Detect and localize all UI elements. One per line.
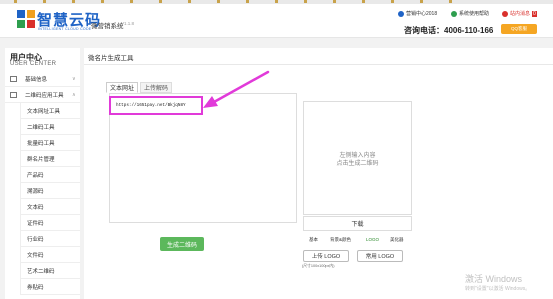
tab-text-url[interactable]: 文本网址 bbox=[106, 82, 139, 93]
account-link[interactable]: 营销中心2018 bbox=[398, 10, 437, 17]
message-label: 站内消息 bbox=[510, 11, 531, 17]
upload-logo-button[interactable]: 上传 LOGO bbox=[303, 250, 349, 262]
preview-line-2: 点击生成二维码 bbox=[336, 161, 379, 167]
sidebar-item-text-code[interactable]: 文本码 bbox=[20, 199, 80, 215]
sidebar: 用户中心 USER CENTER 基础信息 ∨ 二维码应用工具 ∧ 文本网址工具… bbox=[5, 48, 80, 299]
qr-preview-placeholder: 左侧输入内容 点击生成二维码 bbox=[303, 152, 412, 168]
activation-watermark-subtitle: 转到"设置"以激活 Windows。 bbox=[465, 286, 531, 292]
sidebar-item-group-card[interactable]: 群名片管理 bbox=[20, 151, 80, 167]
account-label: 营销中心2018 bbox=[406, 11, 438, 17]
activation-watermark-title: 激活 Windows bbox=[465, 274, 523, 284]
user-icon bbox=[398, 10, 404, 17]
option-beautify[interactable]: 美化器 bbox=[390, 237, 404, 243]
help-label: 系统使用帮助 bbox=[459, 11, 490, 17]
sidebar-item-industry-code[interactable]: 行业码 bbox=[20, 231, 80, 247]
qq-label: QQ客服 bbox=[510, 26, 527, 31]
help-icon bbox=[451, 10, 457, 17]
tab-upload-decode[interactable]: 上传解码 bbox=[140, 82, 173, 93]
sidebar-item-file-code[interactable]: 文件码 bbox=[20, 247, 80, 263]
sidebar-group-label: 基础信息 bbox=[25, 76, 48, 83]
system-name: 微营销系统 bbox=[91, 23, 124, 30]
mail-icon bbox=[502, 10, 508, 17]
preview-line-1: 左侧输入内容 bbox=[339, 153, 376, 159]
qq-service-button[interactable]: QQ客服 bbox=[501, 24, 537, 34]
brand-subtitle: INTELLIGENT CLOUD CODE bbox=[38, 27, 92, 31]
sidebar-item-trace-code[interactable]: 溯源码 bbox=[20, 183, 80, 199]
sidebar-item-id-code[interactable]: 证件码 bbox=[20, 215, 80, 231]
monitor-icon bbox=[10, 76, 17, 82]
sidebar-item-qr-tool[interactable]: 二维码工具 bbox=[20, 119, 80, 135]
generate-qr-button[interactable]: 生成二维码 bbox=[160, 237, 204, 251]
sidebar-item-text-url[interactable]: 文本网址工具 bbox=[20, 103, 80, 119]
sidebar-group-label: 二维码应用工具 bbox=[25, 92, 64, 99]
logo-icon bbox=[17, 10, 35, 28]
sidebar-item-batch-code[interactable]: 批量码工具 bbox=[20, 135, 80, 151]
panel-title: 微名片生成工具 bbox=[88, 55, 134, 62]
user-center-subtitle: USER CENTER bbox=[10, 61, 57, 67]
app-root: 智慧云码 INTELLIGENT CLOUD CODE 微营销系统 V1.1.8… bbox=[0, 0, 553, 299]
message-count: 0 bbox=[532, 10, 537, 17]
option-logo[interactable]: LOGO bbox=[366, 237, 379, 242]
grid-icon bbox=[10, 92, 17, 98]
chevron-up-icon: ∧ bbox=[72, 91, 76, 98]
download-button[interactable]: 下载 bbox=[303, 216, 412, 231]
sidebar-item-coupon-code[interactable]: 券贴码 bbox=[20, 279, 80, 295]
message-link[interactable]: 站内消息 0 bbox=[502, 10, 537, 17]
option-bg-color[interactable]: 背景&颜色 bbox=[330, 237, 351, 243]
sidebar-item-art-qr[interactable]: 艺术二维码 bbox=[20, 263, 80, 279]
panel-divider bbox=[84, 64, 553, 65]
sidebar-item-product-code[interactable]: 产品码 bbox=[20, 167, 80, 183]
help-link[interactable]: 系统使用帮助 bbox=[451, 10, 489, 17]
sidebar-group-basic-info[interactable]: 基础信息 ∨ bbox=[5, 71, 80, 87]
upload-hint: (尺寸100x100px内) bbox=[302, 264, 335, 268]
common-logo-button[interactable]: 常用 LOGO bbox=[357, 250, 403, 262]
site-header: 智慧云码 INTELLIGENT CLOUD CODE 微营销系统 V1.1.8… bbox=[0, 4, 553, 38]
contact-phone: 咨询电话：4006-110-166 bbox=[404, 26, 494, 35]
chevron-down-icon: ∨ bbox=[72, 75, 76, 82]
url-input-highlight[interactable]: https://1651pay.net/BkjqN8Y bbox=[109, 96, 203, 115]
sidebar-group-qr-tools[interactable]: 二维码应用工具 ∧ bbox=[5, 87, 80, 103]
version-label: V1.1.8 bbox=[121, 21, 135, 26]
option-basic[interactable]: 基本 bbox=[309, 237, 318, 243]
